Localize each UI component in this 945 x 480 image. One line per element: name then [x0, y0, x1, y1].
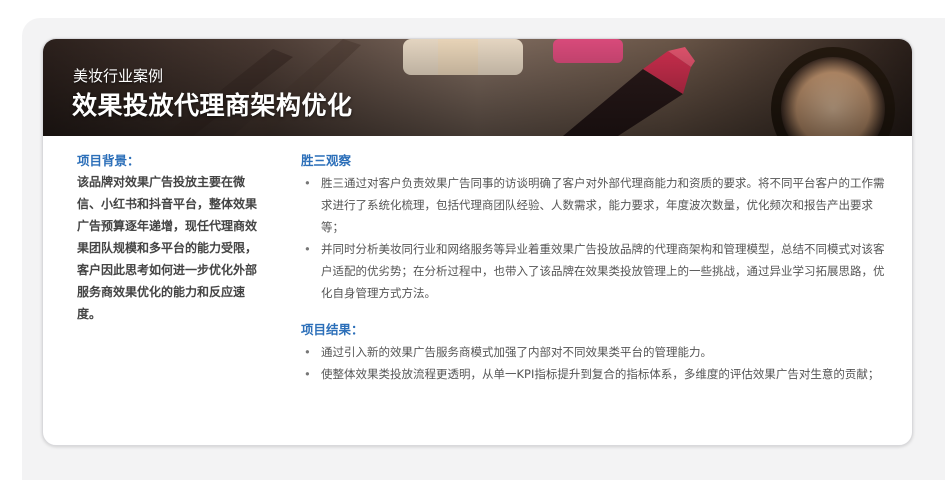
background-label: 项目背景：	[77, 153, 140, 168]
bullet-icon: •	[304, 367, 311, 381]
results-label: 项目结果：	[301, 322, 364, 337]
background-section: 项目背景： 该品牌对效果广告投放主要在微信、小红书和抖音平台，整体效果广告预算逐…	[77, 152, 267, 325]
results-item-text: 通过引入新的效果广告服务商模式加强了内部对不同效果类平台的管理能力。	[321, 345, 712, 359]
list-item: • 并同时分析美妆同行业和网络服务等异业着重效果广告投放品牌的代理商架构和管理模型…	[301, 238, 891, 304]
results-item-text: 使整体效果类投放流程更透明，从单一KPI指标提升到复合的指标体系，多维度的评估效…	[321, 367, 880, 381]
list-item: • 使整体效果类投放流程更透明，从单一KPI指标提升到复合的指标体系，多维度的评估…	[301, 363, 891, 385]
bullet-icon: •	[304, 345, 311, 359]
bullet-icon: •	[304, 176, 311, 190]
banner-subtitle: 美妆行业案例	[73, 67, 164, 85]
observation-label: 胜三观察	[301, 153, 352, 168]
banner-title: 效果投放代理商架构优化	[72, 91, 353, 120]
observation-list: • 胜三通过对客户负责效果广告同事的访谈明确了客户对外部代理商能力和资质的要求。将…	[301, 172, 891, 304]
observation-item-text: 并同时分析美妆同行业和网络服务等异业着重效果广告投放品牌的代理商架构和管理模型，…	[321, 242, 885, 300]
list-item: • 通过引入新的效果广告服务商模式加强了内部对不同效果类平台的管理能力。	[301, 341, 891, 363]
right-column: 胜三观察 • 胜三通过对客户负责效果广告同事的访谈明确了客户对外部代理商能力和资质…	[301, 152, 891, 385]
banner-image: 美妆行业案例 效果投放代理商架构优化	[43, 39, 912, 136]
case-card: 美妆行业案例 效果投放代理商架构优化 项目背景： 该品牌对效果广告投放主要在微信…	[42, 38, 913, 446]
bullet-icon: •	[304, 242, 311, 256]
results-list: • 通过引入新的效果广告服务商模式加强了内部对不同效果类平台的管理能力。 • 使整体…	[301, 341, 891, 385]
list-item: • 胜三通过对客户负责效果广告同事的访谈明确了客户对外部代理商能力和资质的要求。将…	[301, 172, 891, 238]
observation-item-text: 胜三通过对客户负责效果广告同事的访谈明确了客户对外部代理商能力和资质的要求。将不…	[321, 176, 885, 234]
background-text: 该品牌对效果广告投放主要在微信、小红书和抖音平台，整体效果广告预算逐年递增，现任…	[77, 175, 258, 321]
